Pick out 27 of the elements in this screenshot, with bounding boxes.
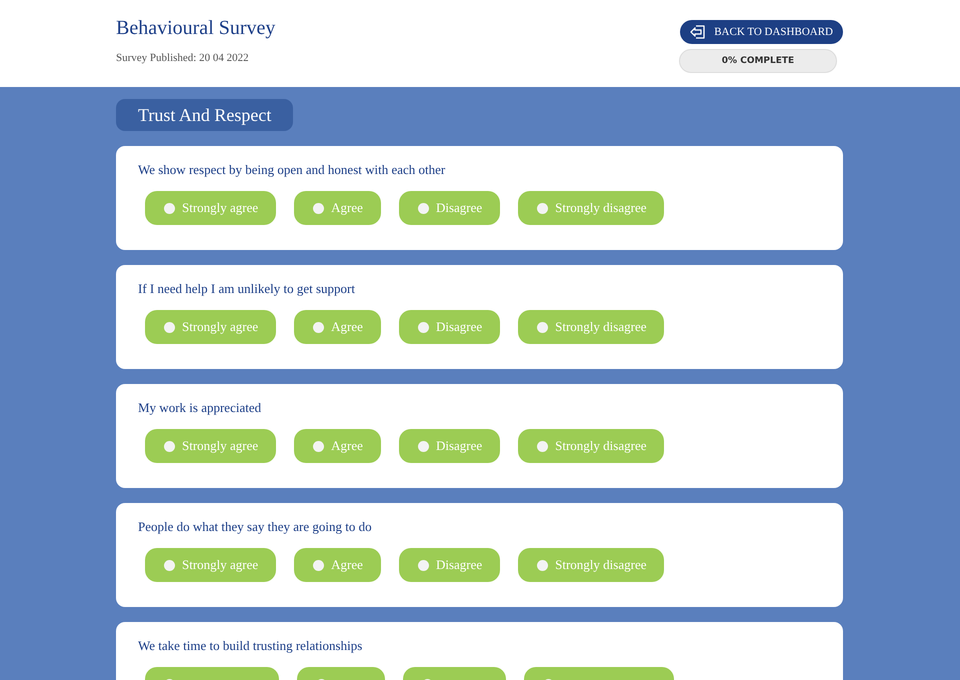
answer-option[interactable]: Agree	[294, 548, 381, 582]
answer-option[interactable]: Disagree	[398, 191, 500, 225]
answer-option[interactable]: Agree	[294, 191, 381, 225]
exit-icon	[690, 25, 706, 39]
question-text: If I need help I am unlikely to get support	[138, 281, 356, 297]
progress-label: 0% COMPLETE	[722, 56, 794, 66]
published-date: Survey Published: 20 04 2022	[116, 52, 250, 64]
answer-option[interactable]: Strongly agree	[145, 310, 276, 344]
answer-option[interactable]: Strongly disagree	[518, 191, 664, 225]
question-text: We take time to build trusting relationships	[138, 638, 364, 654]
survey-title: Behavioural Survey	[116, 17, 276, 40]
answer-option[interactable]: Agree	[294, 310, 381, 344]
question-text: We show respect by being open and honest with each other	[138, 162, 446, 178]
answer-option[interactable]: Strongly disagree	[518, 548, 664, 582]
answer-option[interactable]: Strongly agree	[145, 548, 276, 582]
question-text: My work is appreciated	[138, 400, 262, 416]
answer-option[interactable]: Disagree	[398, 310, 500, 344]
answer-option[interactable]: Disagree	[398, 548, 500, 582]
section-heading: Trust And Respect	[116, 99, 294, 131]
answer-option[interactable]: Strongly disagree	[518, 310, 664, 344]
answer-option[interactable]: Disagree	[398, 429, 500, 463]
answer-option[interactable]: Agree	[294, 429, 381, 463]
answer-option[interactable]: Strongly disagree	[518, 429, 664, 463]
answer-option[interactable]: Strongly agree	[145, 191, 276, 225]
question-text: People do what they say they are going to do	[138, 519, 373, 535]
back-to-dashboard-button[interactable]: BACK TO DASHBOARD	[680, 20, 843, 44]
answer-option[interactable]: Strongly agree	[145, 429, 276, 463]
